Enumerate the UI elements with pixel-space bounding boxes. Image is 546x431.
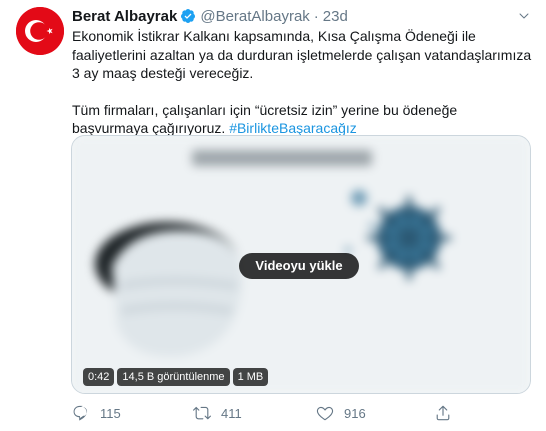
share-icon: [436, 405, 450, 421]
tweet-text: Ekonomik İstikrar Kalkanı kapsamında, Kı…: [72, 27, 532, 138]
tweet-paragraph-1: Ekonomik İstikrar Kalkanı kapsamında, Kı…: [72, 28, 532, 81]
reply-count: 115: [100, 405, 121, 421]
video-size-badge: 1 MB: [232, 368, 269, 386]
retweet-count: 411: [221, 405, 242, 421]
retweet-button[interactable]: 411: [193, 404, 242, 422]
like-count: 916: [344, 405, 366, 421]
reply-button[interactable]: 115: [72, 404, 121, 422]
like-button[interactable]: 916: [316, 404, 366, 422]
video-duration-badge: 0:42: [83, 368, 115, 386]
turkish-flag-icon: [16, 7, 64, 55]
tweet-paragraph-2: Tüm firmaları, çalışanları için “ücretsi…: [72, 101, 532, 138]
avatar[interactable]: [16, 7, 64, 55]
author-handle[interactable]: @BeratAlbayrak: [200, 8, 309, 25]
video-info-badges: 0:42 14,5 B görüntülenme 1 MB: [83, 368, 269, 386]
reply-icon: [73, 405, 88, 421]
tweet: Berat Albayrak @BeratAlbayrak · 23d Ekon…: [0, 0, 546, 431]
retweet-icon: [193, 406, 211, 420]
load-video-button[interactable]: Videoyu yükle: [239, 253, 359, 279]
share-button[interactable]: [434, 404, 462, 422]
separator-dot: ·: [313, 7, 319, 25]
more-options-chevron-icon[interactable]: [516, 8, 532, 24]
tweet-header: Berat Albayrak @BeratAlbayrak · 23d: [72, 6, 348, 26]
verified-badge-icon: [180, 8, 196, 24]
heart-icon: [316, 406, 334, 421]
author-name[interactable]: Berat Albayrak: [72, 8, 177, 25]
tweet-actions: 115 411 916: [72, 404, 472, 424]
video-player[interactable]: Videoyu yükle 0:42 14,5 B görüntülenme 1…: [71, 135, 531, 394]
tweet-timestamp[interactable]: 23d: [323, 8, 348, 25]
hashtag-link[interactable]: #BirlikteBaşaracağız: [229, 120, 357, 136]
video-views-badge: 14,5 B görüntülenme: [117, 368, 230, 386]
